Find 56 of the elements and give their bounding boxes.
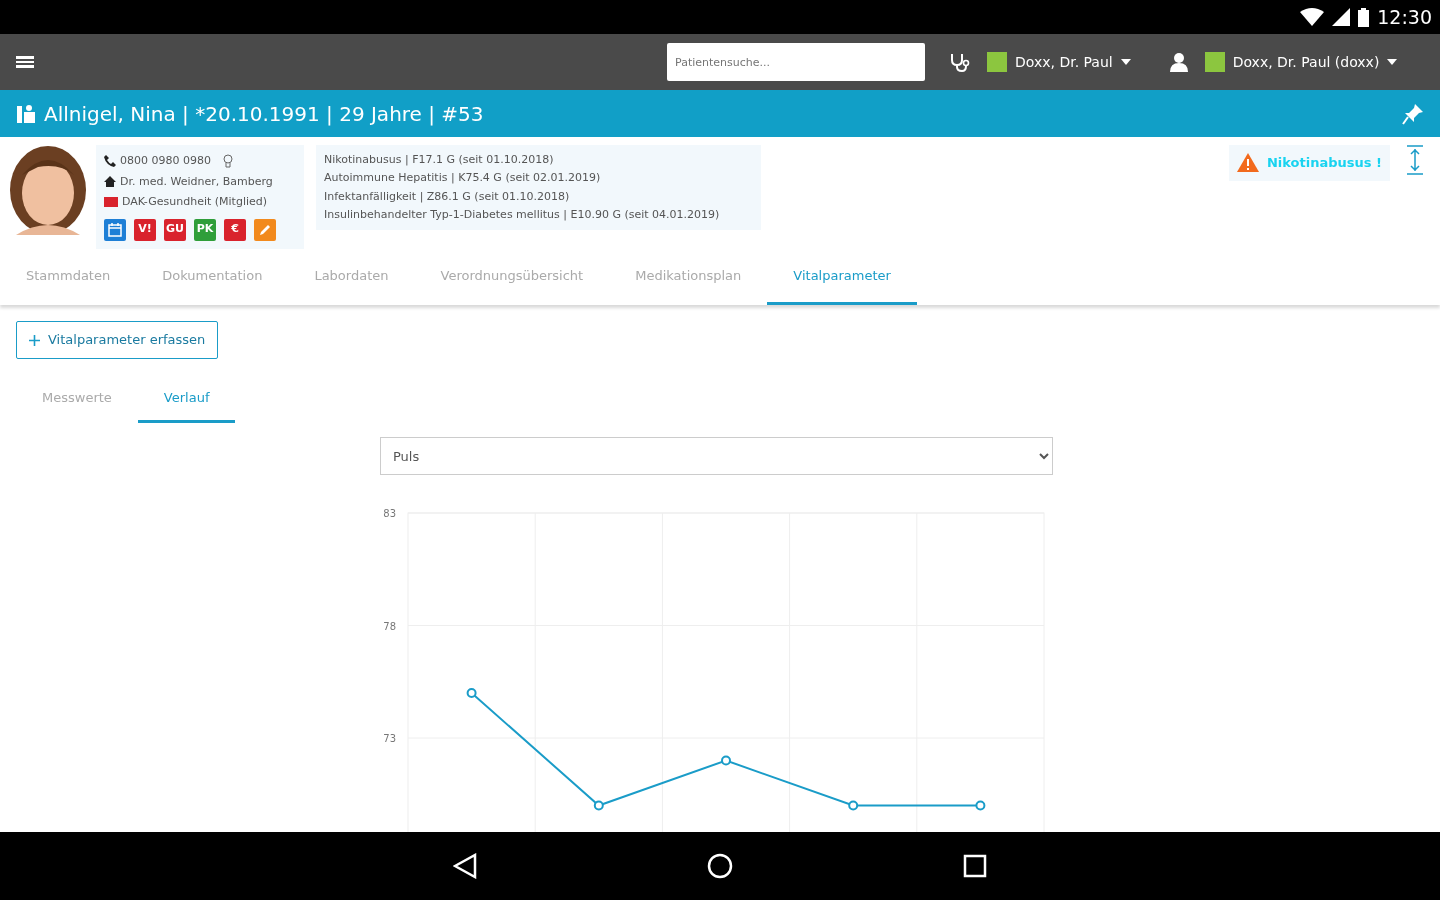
tab[interactable]: Medikationsplan: [609, 250, 768, 305]
caret-icon: [1120, 59, 1131, 65]
data-point: [593, 800, 604, 811]
data-point: [721, 755, 731, 766]
alert-badge: Nikotinabusus !: [1229, 145, 1390, 181]
tab[interactable]: Verlauf: [137, 375, 236, 423]
user-icon[interactable]: [1168, 52, 1189, 72]
user-dropdown[interactable]: Doxx, Dr. Paul (doxx): [1204, 51, 1398, 73]
stethoscope-icon[interactable]: [949, 52, 971, 72]
tab[interactable]: Labordaten: [288, 250, 415, 305]
axis-tick: 83: [383, 508, 396, 519]
diagnosis-text: Insulinbehandelter Typ-1-Diabetes mellitus | E10.90 G (seit 04.01.2019): [324, 207, 721, 223]
status-badge[interactable]: GU: [164, 218, 186, 241]
status-badge[interactable]: €: [224, 218, 246, 241]
battery-icon: [1358, 7, 1370, 27]
data-point: [848, 800, 859, 811]
diagnosis-text: Nikotinabusus | F17.1 G (seit 01.10.2018): [324, 153, 555, 168]
patient-icon: [16, 103, 36, 124]
parameter-select[interactable]: Puls: [380, 437, 1053, 475]
menu-icon[interactable]: [16, 55, 34, 69]
expand-icon[interactable]: [1406, 145, 1424, 175]
tab[interactable]: Verordnungsübersicht: [414, 250, 610, 305]
tab[interactable]: Dokumentation: [136, 250, 289, 305]
house-icon: [104, 176, 116, 188]
phone-icon: [104, 155, 116, 168]
signal-icon: [1332, 8, 1351, 26]
axis-tick: 78: [383, 620, 396, 632]
plus-icon: [29, 334, 40, 346]
doctor-text: Dr. med. Weidner, Bamberg: [120, 173, 273, 190]
recents-icon[interactable]: [963, 854, 987, 878]
diagnosis-text: Infektanfälligkeit | Z86.1 G (seit 01.10.2018): [324, 189, 571, 204]
status-badge[interactable]: V!: [134, 218, 156, 241]
tab[interactable]: Vitalparameter: [767, 250, 917, 305]
card-icon: [104, 197, 118, 208]
phone-number: 0800 0980 0980: [120, 153, 211, 169]
back-icon[interactable]: [453, 853, 477, 879]
diagnosis-text: Autoimmune Hepatitis | K75.4 G (seit 02.01.2019): [324, 171, 602, 186]
doctor-dropdown[interactable]: Doxx, Dr. Paul: [987, 51, 1131, 73]
data-point: [975, 800, 986, 811]
axis-tick: 73: [383, 733, 396, 744]
data-point: [466, 688, 477, 698]
clock-text: 12:30: [1377, 4, 1432, 30]
caret-icon: [1387, 59, 1398, 65]
tab[interactable]: Messwerte: [16, 375, 138, 423]
patient-title: Allnigel, Nina | *20.10.1991 | 29 Jahre | #53: [44, 100, 484, 128]
warning-icon: [1237, 153, 1259, 173]
calendar-badge[interactable]: [104, 218, 126, 241]
lightbulb-icon: [223, 154, 233, 169]
pin-icon[interactable]: [1402, 102, 1424, 125]
status-badge[interactable]: PK: [194, 218, 216, 241]
add-vitals-button[interactable]: Vitalparameter erfassen: [16, 321, 219, 359]
insurance-text: DAK-Gesundheit (Mitglied): [122, 194, 268, 210]
search-field[interactable]: Patientensuche...: [667, 43, 925, 81]
tab[interactable]: Stammdaten: [0, 250, 137, 305]
home-icon[interactable]: [707, 853, 733, 879]
wifi-icon: [1300, 8, 1325, 26]
